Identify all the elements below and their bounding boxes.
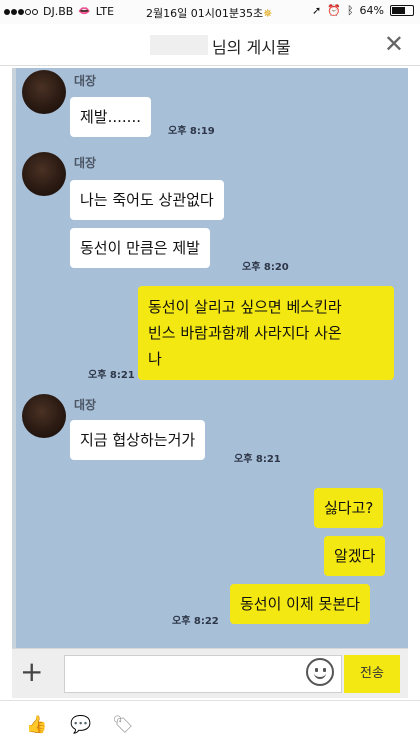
lips-emoji-icon: 👄 [78, 6, 91, 17]
thumbs-up-icon[interactable]: 👍 [26, 715, 47, 735]
my-message-bubble: 동선이 이제 못본다 [230, 584, 370, 624]
message-bubble: 동선이 만큼은 제발 [70, 228, 210, 268]
send-button[interactable]: 전송 [344, 655, 400, 693]
message-line: 동선이 살리고 싶으면 베스킨라 [148, 298, 342, 316]
status-bar: DJ.BB 👄 LTE 2월16일 01시01분35초✵ ➚ ⏰ ᛒ 64% [0, 0, 420, 24]
sender-name: 대장 [74, 156, 97, 170]
close-icon[interactable]: ✕ [384, 30, 404, 58]
post-action-bar: 👍 💬 🏷 [0, 700, 420, 746]
battery-percent: 64% [359, 4, 384, 17]
status-left: DJ.BB 👄 LTE [4, 5, 114, 18]
message-time: 오후 8:21 [88, 370, 135, 381]
bluetooth-icon: ᛒ [346, 4, 354, 17]
message-time: 오후 8:21 [234, 454, 281, 465]
sender-name: 대장 [74, 398, 97, 412]
message-line: 나 [148, 350, 162, 368]
battery-icon [390, 5, 414, 16]
message-time: 오후 8:19 [168, 126, 215, 137]
network-type: LTE [95, 5, 115, 18]
sparkle-icon: ✵ [263, 7, 273, 20]
my-message-bubble: 동선이 살리고 싶으면 베스킨라 빈스 바람과함께 사라지다 사온 나 [138, 286, 394, 380]
message-time: 오후 8:20 [242, 262, 289, 273]
status-datetime: 2월16일 01시01분35초 [146, 7, 264, 20]
avatar [22, 394, 66, 438]
post-header: 님의 게시물 ✕ [0, 24, 420, 66]
redacted-username [150, 35, 208, 55]
message-time: 오후 8:22 [172, 616, 219, 627]
location-arrow-icon: ➚ [312, 4, 322, 17]
message-bubble: 나는 죽어도 상관없다 [70, 180, 224, 220]
message-input-bar: + 전송 [12, 648, 408, 698]
signal-dots-icon [4, 8, 38, 15]
my-message-bubble: 알겠다 [324, 536, 386, 576]
avatar [22, 152, 66, 196]
status-clock: 2월16일 01시01분35초✵ [146, 5, 272, 21]
tag-icon[interactable]: 🏷 [112, 715, 134, 735]
sender-name: 대장 [74, 74, 97, 88]
status-right: ➚ ⏰ ᛒ 64% [312, 4, 414, 17]
alarm-icon: ⏰ [327, 4, 341, 17]
page-title: 님의 게시물 [212, 38, 291, 57]
comment-icon[interactable]: 💬 [70, 715, 91, 735]
chat-screenshot: 대장 제발....... 오후 8:19 대장 나는 죽어도 상관없다 동선이 … [12, 68, 408, 648]
avatar [22, 70, 66, 114]
message-line: 빈스 바람과함께 사라지다 사온 [148, 324, 342, 342]
message-bubble: 지금 협상하는거가 [70, 420, 206, 460]
my-message-bubble: 싫다고? [314, 488, 384, 528]
carrier-name: DJ.BB [43, 5, 74, 18]
message-input[interactable] [64, 655, 342, 693]
message-bubble: 제발....... [70, 97, 151, 137]
plus-icon[interactable]: + [20, 656, 43, 688]
emoticon-icon[interactable] [306, 658, 334, 686]
